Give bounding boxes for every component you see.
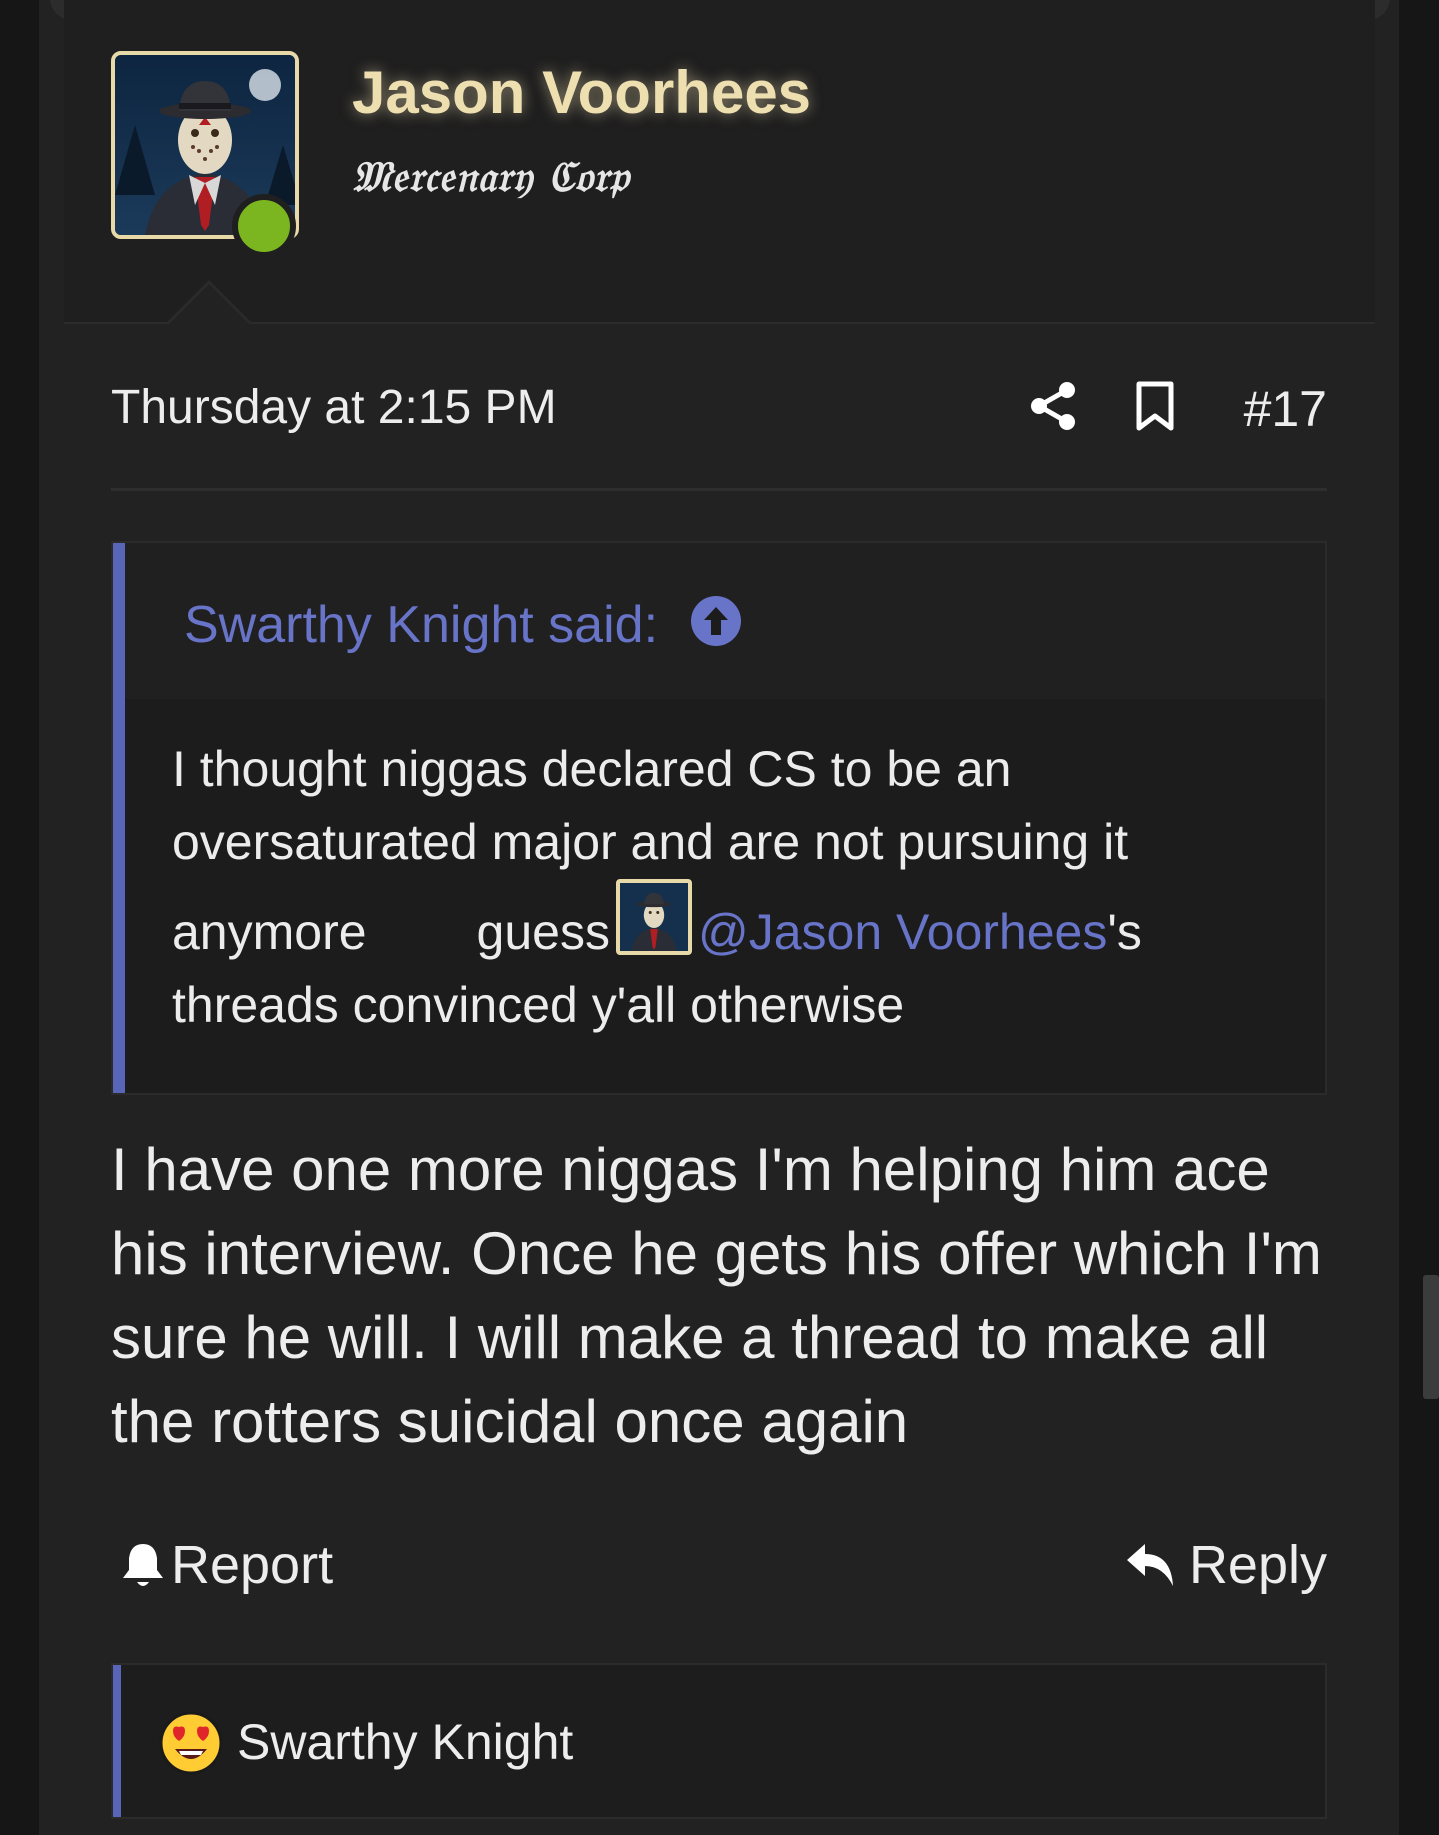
online-status-indicator (232, 194, 296, 258)
quote-line: anymore (172, 904, 367, 960)
bookmark-icon[interactable] (1133, 380, 1177, 432)
mention-avatar[interactable] (615, 879, 692, 955)
page: Jason Voorhees 𝔐𝔢𝔯𝔠𝔢𝔫𝔞𝔯𝔶 ℭ𝔬𝔯𝔭 Thursday a… (0, 0, 1439, 1835)
quote-line: I thought niggas declared CS to be an (172, 741, 1012, 797)
quote-line: threads convinced y'all otherwise (172, 977, 905, 1033)
quote-line: oversaturated major and are not pursuing… (172, 814, 1129, 870)
meta-divider (111, 488, 1327, 491)
author-name[interactable]: Jason Voorhees (352, 58, 811, 127)
quote-accent-bar (113, 543, 125, 1093)
quote-block: Swarthy Knight said: I thought niggas de… (111, 541, 1327, 1095)
bell-icon (123, 1544, 163, 1586)
report-button[interactable]: Report (121, 1530, 333, 1600)
quote-line: 's (1107, 904, 1142, 960)
reactions-accent-bar (113, 1665, 121, 1817)
post-actions: Report Reply (111, 1530, 1327, 1600)
quote-header: Swarthy Knight said: (125, 543, 1325, 699)
reply-label: Reply (1188, 1535, 1327, 1595)
share-icon[interactable] (1027, 380, 1079, 432)
post-meta-row: Thursday at 2:15 PM #17 (111, 372, 1327, 442)
author-user-title: 𝔐𝔢𝔯𝔠𝔢𝔫𝔞𝔯𝔶 ℭ𝔬𝔯𝔭 (352, 152, 630, 201)
mention-link[interactable]: @Jason Voorhees (698, 904, 1107, 960)
post-body: I have one more niggas I'm helping him a… (111, 1136, 1322, 1455)
quote-line: guess (476, 904, 610, 960)
reply-button[interactable]: Reply (1125, 1530, 1327, 1600)
scrollbar-thumb[interactable] (1423, 1275, 1439, 1399)
quote-content: I thought niggas declared CS to be an ov… (172, 733, 1252, 1042)
reactions-bar[interactable]: Swarthy Knight (111, 1663, 1327, 1819)
header-pointer-inner (167, 284, 251, 326)
reply-icon (1126, 1544, 1173, 1586)
post-date[interactable]: Thursday at 2:15 PM (111, 380, 557, 435)
reaction-user-link[interactable]: Swarthy Knight (237, 1713, 573, 1771)
quote-author-link[interactable]: Swarthy Knight said: (184, 595, 658, 655)
post-number[interactable]: #17 (1244, 380, 1327, 438)
arrow-up-circle-icon[interactable] (690, 595, 742, 647)
masked-man-avatar-icon (619, 883, 688, 951)
heart-eyes-emoji-icon (159, 1711, 223, 1775)
report-label: Report (171, 1535, 334, 1595)
